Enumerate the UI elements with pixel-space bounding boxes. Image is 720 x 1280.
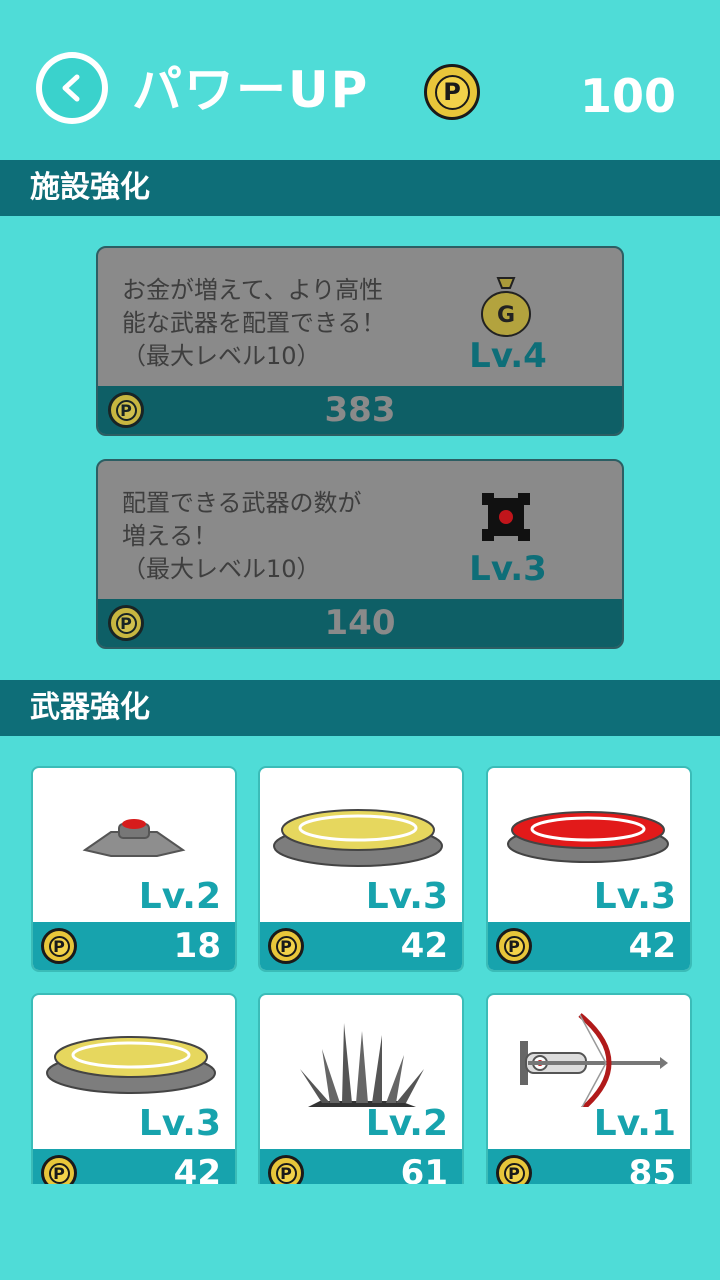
weapon-cost-bar: P 42	[488, 922, 690, 970]
header-bar: パワーUP P 100	[0, 0, 720, 160]
coin-symbol: P	[280, 1163, 292, 1183]
coin-icon: P	[268, 928, 304, 964]
crossbow-icon	[488, 1011, 690, 1113]
landmine-icon	[33, 784, 235, 880]
placement-slot-icon	[476, 485, 536, 551]
facility-cost-bar: P 140	[98, 599, 622, 647]
weapon-cost-bar: P 18	[33, 922, 235, 970]
coin-icon: P	[424, 64, 480, 120]
weapon-level: Lv.3	[365, 876, 448, 917]
weapon-cost: 42	[628, 926, 676, 966]
coin-icon: P	[41, 928, 77, 964]
weapon-card-spikes[interactable]: Lv.2 P 61	[258, 993, 464, 1199]
weapon-level: Lv.3	[138, 1103, 221, 1144]
facility-card-slots[interactable]: 配置できる武器の数が 増える！ （最大レベル10） Lv.3 P 140	[96, 459, 624, 649]
facility-section-header: 施設強化	[0, 160, 720, 216]
money-bag-letter: G	[497, 303, 515, 328]
yellow-trap-plate-icon	[260, 784, 462, 880]
weapon-cost: 42	[400, 926, 448, 966]
bottom-fill	[0, 1184, 720, 1280]
red-trap-plate-icon	[488, 784, 690, 880]
weapon-cost-bar: P 42	[260, 922, 462, 970]
weapon-card-yellow-trap-2[interactable]: Lv.3 P 42	[31, 993, 237, 1199]
coin-icon: P	[496, 928, 532, 964]
coin-symbol: P	[53, 1163, 65, 1183]
weapon-card-crossbow[interactable]: Lv.1 P 85	[486, 993, 692, 1199]
weapon-card-red-trap[interactable]: Lv.3 P 42	[486, 766, 692, 972]
weapon-section-header: 武器強化	[0, 680, 720, 736]
facility-description: 配置できる武器の数が 増える！ （最大レベル10）	[122, 489, 362, 583]
facility-cost: 383	[324, 390, 396, 430]
coin-symbol: P	[508, 936, 520, 956]
weapon-card-landmine[interactable]: Lv.2 P 18	[31, 766, 237, 972]
facility-level: Lv.3	[469, 549, 547, 589]
weapon-level: Lv.1	[593, 1103, 676, 1144]
back-arrow-icon	[42, 58, 102, 118]
points-balance: 100	[579, 69, 676, 123]
coin-symbol: P	[443, 78, 461, 106]
page-title: パワーUP	[132, 61, 370, 119]
spike-trap-icon	[260, 1011, 462, 1107]
facility-description: お金が増えて、より高性 能な武器を配置できる！ （最大レベル10）	[122, 276, 386, 370]
facility-cost-bar: P 383	[98, 386, 622, 434]
weapon-cost: 18	[173, 926, 221, 966]
coin-symbol: P	[508, 1163, 520, 1183]
facility-level: Lv.4	[469, 336, 547, 376]
back-button[interactable]	[36, 52, 108, 124]
yellow-trap-plate-icon	[33, 1011, 235, 1107]
coin-symbol: P	[280, 936, 292, 956]
weapon-level: Lv.3	[593, 876, 676, 917]
coin-symbol: P	[53, 936, 65, 956]
weapon-level: Lv.2	[138, 876, 221, 917]
facility-card-money[interactable]: お金が増えて、より高性 能な武器を配置できる！ （最大レベル10） G Lv.4…	[96, 246, 624, 436]
weapon-card-yellow-trap[interactable]: Lv.3 P 42	[258, 766, 464, 972]
money-bag-icon: G	[476, 272, 536, 338]
weapon-level: Lv.2	[365, 1103, 448, 1144]
facility-cost: 140	[324, 603, 396, 643]
